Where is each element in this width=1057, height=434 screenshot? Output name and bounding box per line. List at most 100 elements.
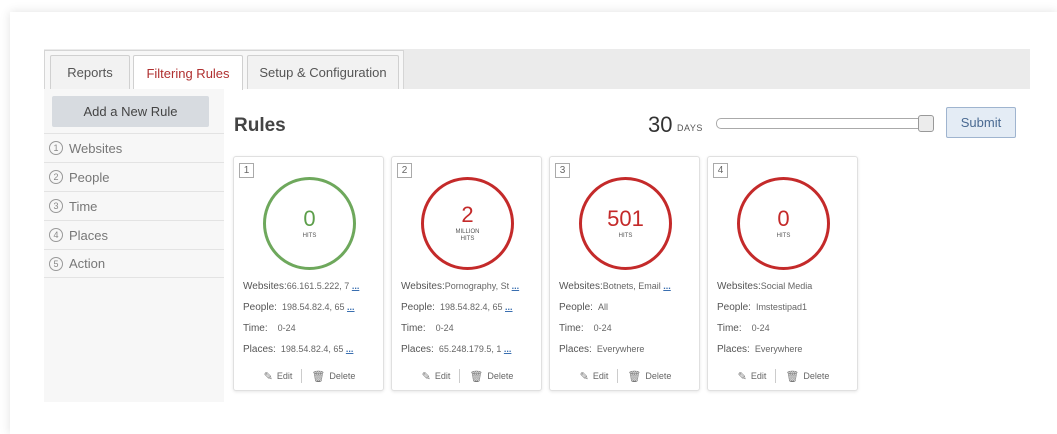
websites-label: Websites: (243, 281, 287, 292)
more-link[interactable]: ... (352, 281, 360, 291)
edit-button[interactable]: ✎ Edit (738, 370, 767, 383)
delete-label: Delete (645, 371, 672, 381)
time-row: Time: 0-24 (243, 323, 381, 334)
sidebar-item-label: Action (69, 256, 106, 271)
websites-value: Pornography, St (444, 281, 510, 291)
hits-ring: 501 HITS (579, 177, 672, 270)
delete-label: Delete (487, 371, 514, 381)
add-new-rule-button[interactable]: Add a New Rule (52, 96, 209, 127)
trash-icon: 🗑 (311, 370, 326, 383)
time-label: Time: (401, 323, 426, 334)
people-label: People: (717, 302, 751, 313)
edit-button[interactable]: ✎ Edit (422, 370, 451, 383)
sidebar-item-action[interactable]: 5 Action (44, 249, 224, 278)
card-actions: ✎ Edit 🗑 Delete (550, 369, 701, 383)
card-actions: ✎ Edit 🗑 Delete (234, 369, 385, 383)
websites-row: Websites:Pornography, St ... (401, 281, 539, 292)
delete-button[interactable]: 🗑 Delete (469, 370, 513, 383)
days-label: DAYS (677, 123, 703, 133)
time-value: 0-24 (435, 323, 454, 333)
time-row: Time: 0-24 (559, 323, 697, 334)
more-link[interactable]: ... (347, 302, 355, 312)
places-value: Everywhere (754, 344, 803, 354)
rule-card: 3 501 HITS Websites:Botnets, Email ... P… (549, 156, 700, 391)
people-label: People: (243, 302, 277, 313)
hits-ring: 0 HITS (737, 177, 830, 270)
rule-index: 2 (397, 163, 412, 178)
sidebar-item-websites[interactable]: 1 Websites (44, 133, 224, 162)
places-row: Places: 198.54.82.4, 65 ... (243, 344, 381, 355)
more-link[interactable]: ... (346, 344, 354, 354)
hits-unit-bottom: HITS (460, 236, 475, 242)
hits-count: 0 (303, 205, 316, 231)
step-number-icon: 4 (49, 228, 63, 242)
sidebar-item-people[interactable]: 2 People (44, 162, 224, 191)
hits-unit: MILLION HITS (455, 229, 479, 243)
people-value: 198.54.82.4, 65 (281, 302, 345, 312)
hits-unit: HITS (302, 232, 317, 239)
delete-label: Delete (329, 371, 356, 381)
hits-ring: 0 HITS (263, 177, 356, 270)
divider (617, 369, 619, 383)
people-value: 198.54.82.4, 65 (439, 302, 503, 312)
places-value: 198.54.82.4, 65 (280, 344, 344, 354)
websites-label: Websites: (559, 281, 603, 292)
edit-icon: ✎ (737, 370, 747, 383)
sidebar-item-time[interactable]: 3 Time (44, 191, 224, 220)
step-number-icon: 2 (49, 170, 63, 184)
rule-index: 1 (239, 163, 254, 178)
time-label: Time: (717, 323, 742, 334)
time-row: Time: 0-24 (401, 323, 539, 334)
days-slider-track[interactable] (716, 118, 934, 129)
sidebar-item-places[interactable]: 4 Places (44, 220, 224, 249)
more-link[interactable]: ... (663, 281, 671, 291)
hits-count: 0 (777, 205, 790, 231)
more-link[interactable]: ... (504, 344, 512, 354)
edit-label: Edit (750, 371, 767, 381)
places-label: Places: (717, 344, 750, 355)
edit-icon: ✎ (421, 370, 431, 383)
places-label: Places: (559, 344, 592, 355)
rule-index: 4 (713, 163, 728, 178)
edit-icon: ✎ (263, 370, 273, 383)
delete-label: Delete (803, 371, 830, 381)
delete-button[interactable]: 🗑 Delete (785, 370, 829, 383)
edit-label: Edit (592, 371, 609, 381)
delete-button[interactable]: 🗑 Delete (627, 370, 671, 383)
sidebar-item-label: People (69, 169, 110, 185)
trash-icon: 🗑 (469, 370, 484, 383)
places-row: Places: Everywhere (717, 344, 855, 355)
days-slider-handle[interactable] (918, 115, 934, 132)
step-number-icon: 3 (49, 199, 63, 213)
people-row: People: 198.54.82.4, 65 ... (401, 302, 539, 313)
people-row: People: Imstestipad1 (717, 302, 855, 313)
tab-setup-configuration[interactable]: Setup & Configuration (247, 55, 399, 89)
days-value: 30 (648, 112, 673, 137)
places-row: Places: 65.248.179.5, 1 ... (401, 344, 539, 355)
rule-index: 3 (555, 163, 570, 178)
time-value: 0-24 (277, 323, 296, 333)
delete-button[interactable]: 🗑 Delete (311, 370, 355, 383)
websites-value: Botnets, Email (602, 281, 661, 291)
websites-value: Social Media (760, 281, 813, 291)
time-row: Time: 0-24 (717, 323, 855, 334)
submit-button[interactable]: Submit (946, 107, 1016, 138)
edit-button[interactable]: ✎ Edit (580, 370, 609, 383)
people-value: Imstestipad1 (755, 302, 807, 312)
hits-unit-top: MILLION (455, 229, 480, 235)
tab-filtering-rules[interactable]: Filtering Rules (133, 55, 243, 90)
websites-value: 66.161.5.222, 7 (286, 281, 350, 291)
time-label: Time: (243, 323, 268, 334)
people-row: People: 198.54.82.4, 65 ... (243, 302, 381, 313)
time-label: Time: (559, 323, 584, 334)
more-link[interactable]: ... (505, 302, 513, 312)
more-link[interactable]: ... (512, 281, 520, 291)
card-actions: ✎ Edit 🗑 Delete (392, 369, 543, 383)
edit-label: Edit (434, 371, 451, 381)
tab-reports[interactable]: Reports (50, 55, 130, 89)
people-row: People: All (559, 302, 697, 313)
edit-label: Edit (276, 371, 293, 381)
edit-icon: ✎ (579, 370, 589, 383)
websites-row: Websites:Social Media (717, 281, 855, 292)
edit-button[interactable]: ✎ Edit (264, 370, 293, 383)
